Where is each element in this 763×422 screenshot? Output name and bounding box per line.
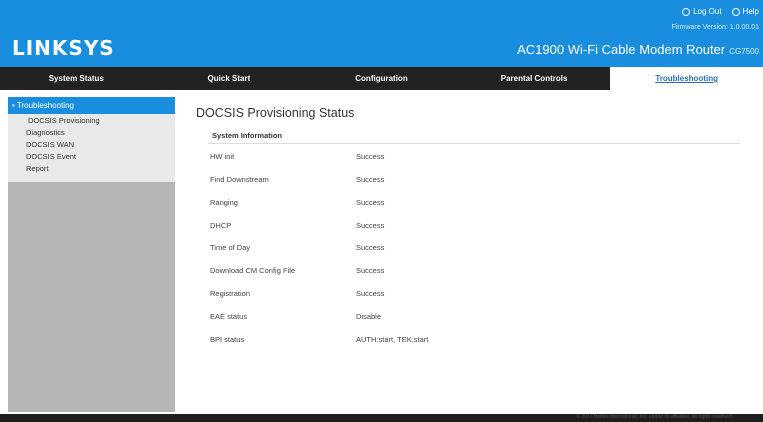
nav-quick-start[interactable]: Quick Start [153,67,306,90]
status-row-value: Success [356,221,385,230]
sidebar-head-troubleshooting[interactable]: • Troubleshooting [8,97,175,114]
product-name-line: AC1900 Wi-Fi Cable Modem Router CG7500 [517,42,759,57]
nav-configuration[interactable]: Configuration [305,67,458,90]
status-row-label: BPI status [210,335,245,344]
status-row-label: Ranging [210,198,238,207]
section-divider [208,143,740,144]
sidebar-item-docsis-provisioning[interactable]: DOCSIS Provisioning [8,114,175,126]
help-link[interactable]: Help [731,7,759,16]
status-row-value: Success [356,175,385,184]
footer-copyright: © 2017 Belkin International, Inc. and/or… [576,414,733,420]
status-row-value: Success [356,243,385,252]
router-admin-page: LINKSYS Log Out Help Firmware Version: 1… [0,0,763,422]
linksys-logo: LINKSYS [12,36,115,60]
sidebar-item-diagnostics[interactable]: Diagnostics [8,126,175,138]
header-links: Log Out Help [682,7,759,16]
sidebar-item-docsis-event[interactable]: DOCSIS Event [8,150,175,162]
status-row-value: AUTH:start, TEK:start [356,335,429,344]
status-row-value: Success [356,289,385,298]
firmware-version: Firmware Version: 1.0.00.01 [671,24,759,31]
product-name: AC1900 Wi-Fi Cable Modem Router [517,42,726,57]
help-icon [731,7,740,16]
status-row-value: Disable [356,312,382,321]
sidebar-item-report[interactable]: Report [8,162,175,174]
sidebar-item-docsis-wan[interactable]: DOCSIS WAN [8,138,175,150]
section-heading: System Information [212,131,283,140]
status-row-label: Find Downstream [210,175,269,184]
power-icon [682,7,691,16]
status-row-value: Success [356,266,385,275]
status-row-value: Success [356,152,385,161]
nav-parental-controls[interactable]: Parental Controls [458,67,611,90]
status-row-label: DHCP [210,221,232,230]
main-nav: System Status Quick Start Configuration … [0,67,763,90]
status-row-label: EAE status [210,312,248,321]
logout-link[interactable]: Log Out [682,7,722,16]
nav-system-status[interactable]: System Status [0,67,153,90]
help-label: Help [742,7,759,16]
sidebar: • Troubleshooting DOCSIS Provisioning Di… [8,97,175,412]
model-number: CG7500 [729,47,759,56]
footer-bar: © 2017 Belkin International, Inc. and/or… [0,414,763,422]
nav-troubleshooting[interactable]: Troubleshooting [610,67,763,90]
status-row-label: HW init [210,152,235,161]
logout-label: Log Out [693,7,722,16]
page-title: DOCSIS Provisioning Status [196,106,355,120]
status-row-label: Download CM Config File [210,266,296,275]
sidebar-head-label: Troubleshooting [16,101,74,110]
status-row-label: Time of Day [210,243,251,252]
header-bar: LINKSYS Log Out Help Firmware Version: 1… [0,0,763,67]
status-row-label: Registration [210,289,251,298]
status-row-value: Success [356,198,385,207]
sidebar-menu: • Troubleshooting DOCSIS Provisioning Di… [8,97,175,182]
